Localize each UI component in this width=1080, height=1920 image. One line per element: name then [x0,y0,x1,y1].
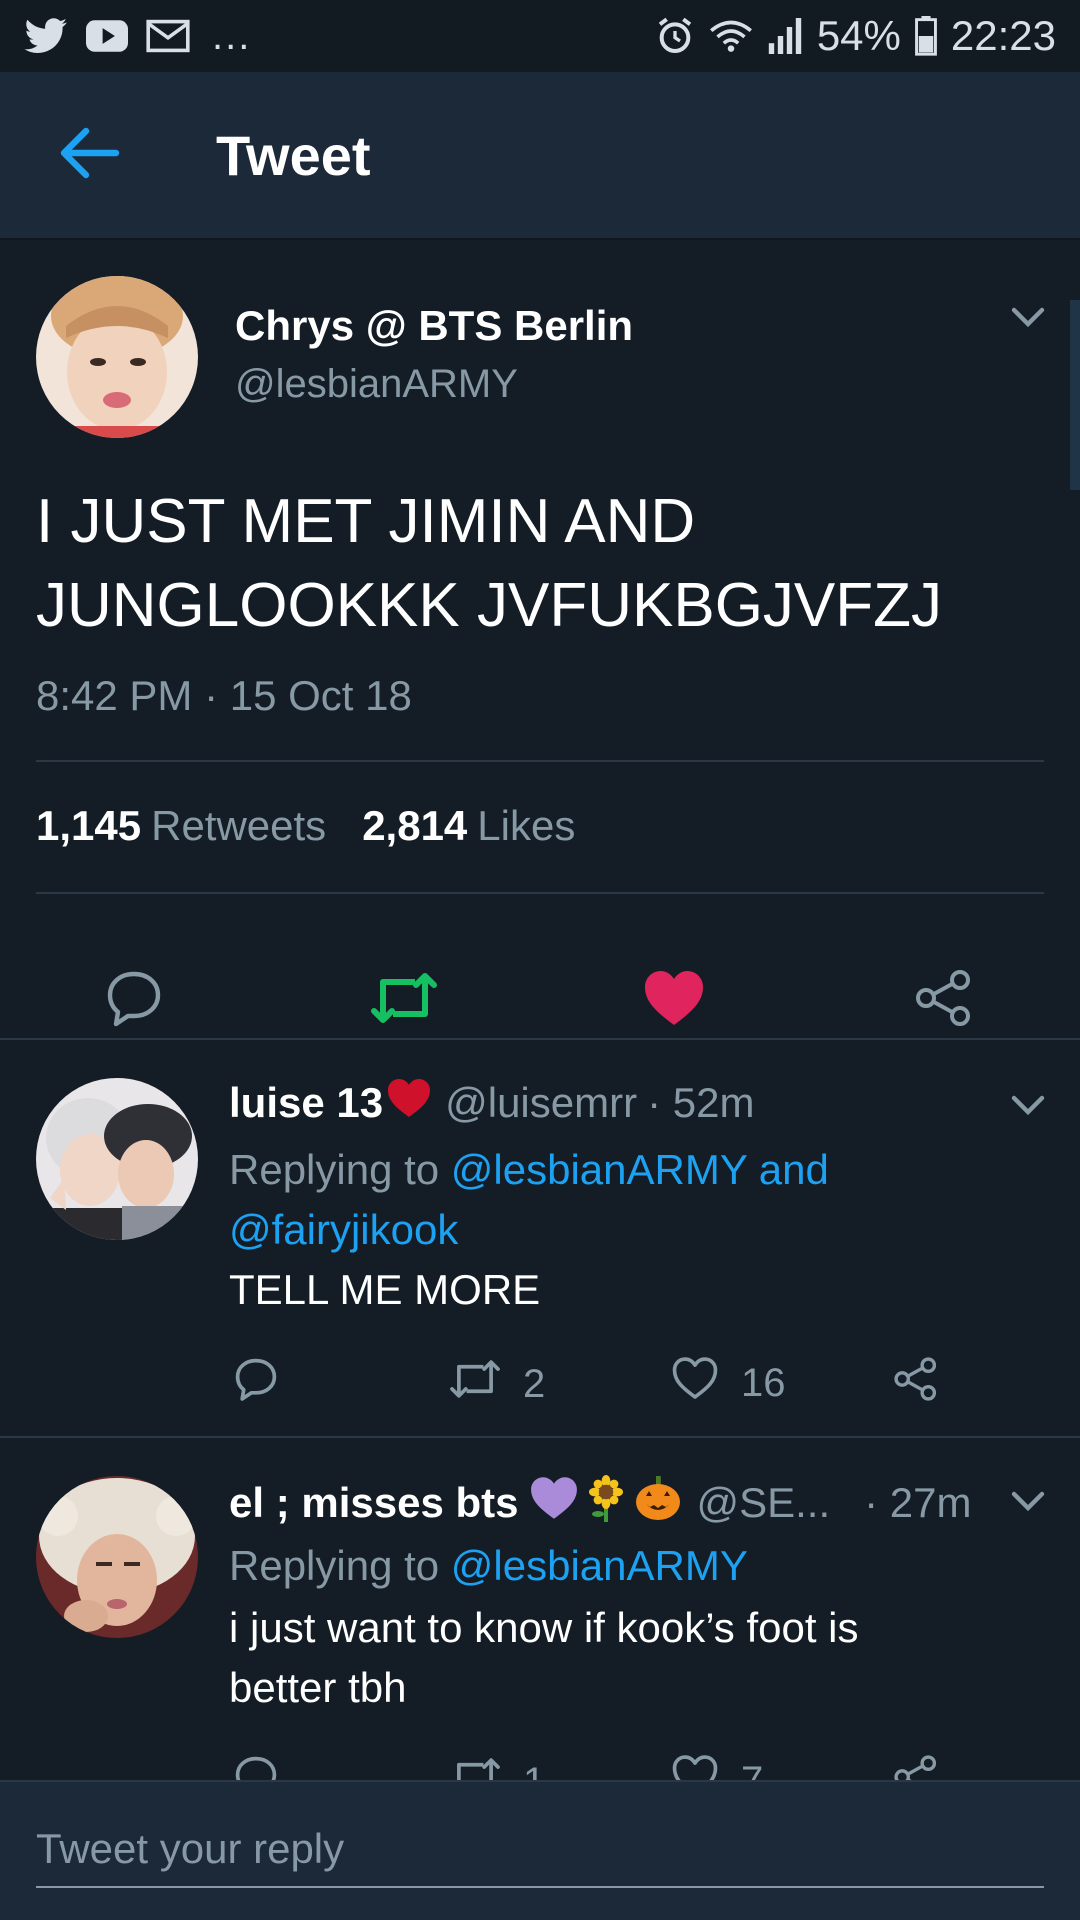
share-icon [893,1356,939,1412]
replying-prefix: Replying to [229,1542,451,1589]
reply-text-line: better tbh [229,1664,407,1711]
reply-author-handle[interactable]: @SE... [696,1479,830,1527]
wifi-icon [709,18,753,54]
like-button[interactable]: 16 [671,1356,786,1410]
heart-filled-icon [643,969,705,1032]
mention-link[interactable]: @fairyjikook [229,1206,458,1253]
retweet-button[interactable] [364,960,444,1040]
chevron-down-icon [1010,1491,1046,1518]
avatar[interactable] [36,1078,198,1240]
retweets-stat[interactable]: 1,145 Retweets [36,802,326,850]
divider [0,1436,1080,1438]
notification-icons: ... [24,14,251,59]
reply-header: el ; misses bts @SE... · 27m [229,1474,972,1532]
red-heart-icon [387,1078,431,1128]
share-button[interactable] [893,1356,939,1412]
author-name[interactable]: Chrys @ BTS Berlin [235,302,633,350]
reply-author-handle[interactable]: @luisemrr [445,1079,637,1127]
reply-menu-button[interactable] [1010,1094,1046,1123]
gmail-icon [146,18,190,54]
author-handle[interactable]: @lesbianARMY [235,362,518,407]
tweet-text-line: JUNGLOOKKK JVFUKBGJVFZJ [36,571,943,640]
reply-author-name[interactable]: luise 13 [229,1079,383,1127]
chevron-down-icon [1010,1095,1046,1122]
mention-link[interactable]: @lesbianARMY [451,1146,747,1193]
page-title: Tweet [216,123,371,187]
reply-time: · 52m [647,1079,755,1126]
reply-header: luise 13 @luisemrr · 52m [229,1078,754,1128]
reply-time: · 27m [864,1479,972,1526]
reply-icon [233,1356,279,1412]
reply-menu-button[interactable] [1010,1490,1046,1519]
replying-prefix: Replying to [229,1146,451,1193]
retweet-button[interactable]: 2 [449,1356,545,1412]
arrow-left-icon [60,127,120,184]
alarm-icon [655,16,695,56]
tweet-stats: 1,145 Retweets 2,814 Likes [36,802,575,850]
reply-button[interactable] [233,1356,279,1412]
chevron-down-icon [1010,307,1046,334]
signal-icon [767,18,803,54]
tweet-actions [0,930,1080,1070]
back-button[interactable] [30,95,150,215]
sunflower-icon [582,1474,630,1532]
heart-outline-icon [671,1356,719,1410]
avatar[interactable] [36,276,198,438]
retweet-count: 2 [523,1361,546,1406]
likes-count: 2,814 [362,802,468,849]
divider [0,1038,1080,1040]
jack-o-lantern-icon [634,1474,682,1532]
reply-text: TELL ME MORE [229,1266,541,1313]
divider [36,760,1044,762]
mention-join[interactable]: and [747,1146,829,1193]
tweet-text: I JUST MET JIMIN AND JUNGLOOKKK JVFUKBGJ… [36,480,1036,648]
avatar[interactable] [36,1476,198,1638]
tweet-menu-button[interactable] [1010,306,1046,335]
more-notifications-indicator: ... [212,13,252,58]
purple-heart-icon [530,1476,578,1530]
retweet-icon [371,968,437,1033]
mention-link[interactable]: @lesbianARMY [451,1542,748,1589]
share-button[interactable] [904,960,984,1040]
reply-button[interactable] [94,960,174,1040]
share-icon [914,968,974,1033]
likes-label: Likes [477,802,576,849]
reply-author-name[interactable]: el ; misses bts [229,1479,518,1527]
reply-icon [104,968,164,1033]
like-button[interactable] [634,960,714,1040]
replying-to: Replying to @lesbianARMY and @fairyjikoo… [229,1140,1049,1260]
clock: 22:23 [950,12,1056,59]
scroll-indicator[interactable] [1070,300,1080,490]
like-count: 16 [741,1360,786,1405]
battery-percentage: 54% [816,12,901,59]
status-bar: ... 54% 22:23 [0,0,1080,72]
twitter-icon [24,18,68,54]
reply-actions: 2 16 [229,1356,1029,1416]
tweet-text-line: I JUST MET JIMIN AND [36,487,696,556]
youtube-icon [86,20,128,52]
reply-input[interactable] [36,1812,1044,1888]
retweets-label: Retweets [151,802,327,849]
divider [36,892,1044,894]
retweets-count: 1,145 [36,802,142,849]
battery-icon [914,16,937,56]
likes-stat[interactable]: 2,814 Likes [362,802,575,850]
reply-composer-bar [0,1780,1080,1920]
retweet-icon [449,1356,501,1412]
reply-text: i just want to know if kook’s foot is be… [229,1598,1049,1718]
app-bar: Tweet [0,72,1080,240]
tweet-timestamp: 8:42 PM · 15 Oct 18 [36,672,412,719]
reply-text-line: i just want to know if kook’s foot is [229,1604,859,1651]
replying-to: Replying to @lesbianARMY [229,1536,1049,1596]
